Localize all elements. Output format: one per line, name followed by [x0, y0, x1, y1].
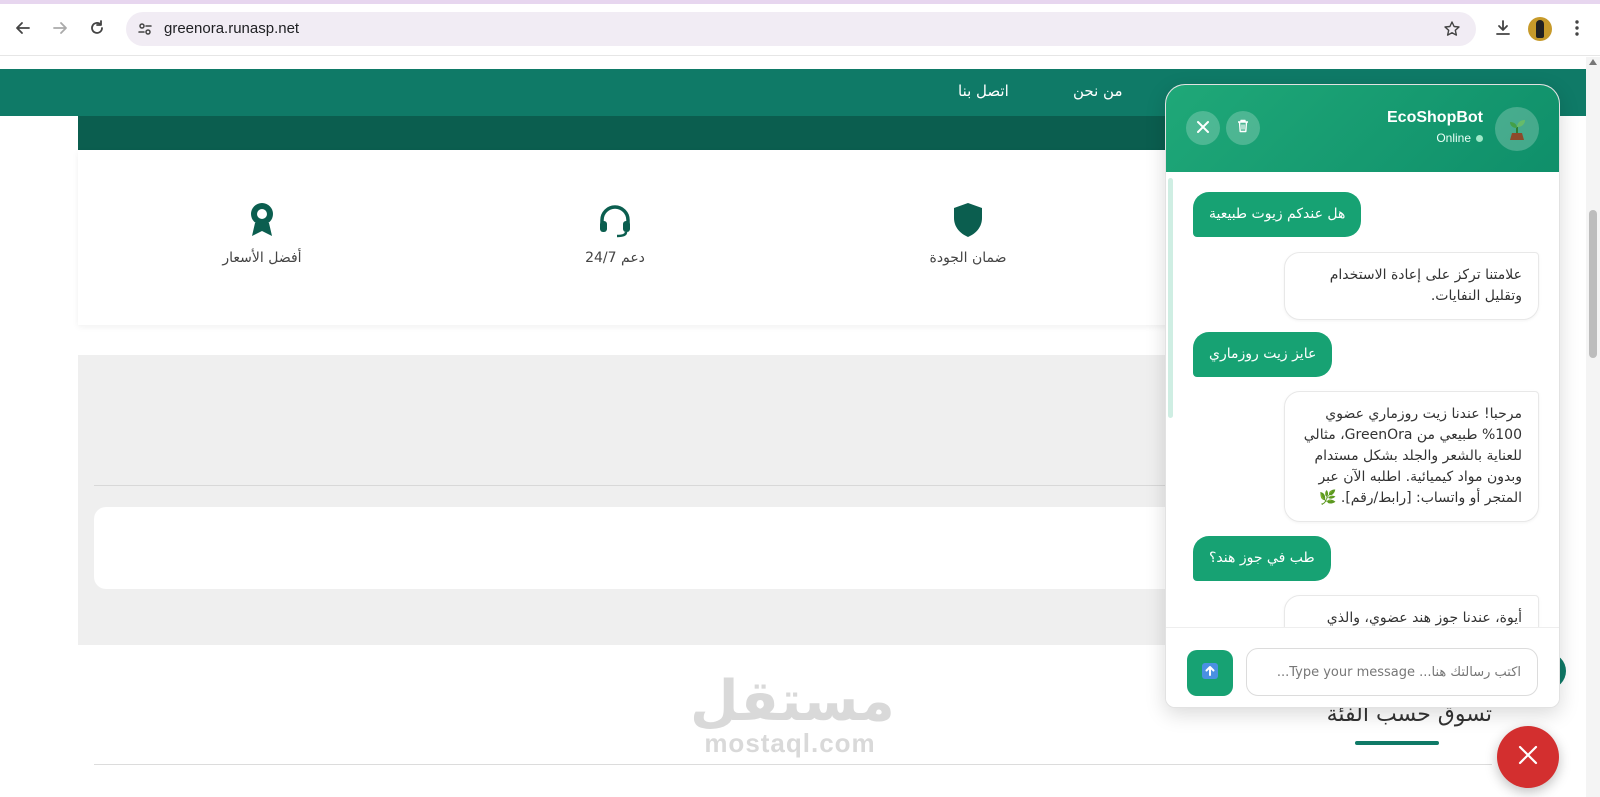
reload-icon[interactable]	[85, 16, 109, 40]
scrollbar-thumb[interactable]	[1589, 210, 1597, 358]
sprout-icon	[1495, 107, 1539, 151]
chat-toggle-button[interactable]	[1497, 726, 1559, 788]
bot-status: Online	[1436, 131, 1483, 145]
profile-avatar[interactable]	[1528, 17, 1552, 41]
status-text: Online	[1436, 131, 1471, 145]
feature-quality: ضمان الجودة	[888, 200, 1048, 266]
hero-bottom-band	[78, 116, 1178, 150]
menu-kebab-icon[interactable]	[1565, 16, 1589, 40]
watermark-arabic: مستقل	[690, 669, 895, 734]
chat-messages[interactable]: هل عندكم زيوت طبيعية علامتنا تركز على إع…	[1166, 172, 1559, 627]
send-arrow-icon	[1201, 662, 1219, 684]
address-bar[interactable]: greenora.runasp.net	[126, 12, 1476, 46]
user-message: هل عندكم زيوت طبيعية	[1193, 192, 1362, 237]
tab-strip	[0, 0, 1600, 4]
products-section	[78, 355, 1178, 645]
feature-label: دعم 24/7	[585, 250, 645, 266]
chat-message-input[interactable]	[1246, 648, 1538, 696]
site-settings-icon[interactable]	[136, 20, 154, 38]
features-card: ضمان الجودة دعم 24/7 أفضل الأسعار	[78, 150, 1178, 325]
bot-name: EcoShopBot	[1387, 109, 1483, 126]
bookmark-star-icon[interactable]	[1442, 19, 1462, 39]
scroll-up-icon[interactable]	[1589, 59, 1597, 65]
forward-icon[interactable]	[48, 16, 72, 40]
filter-card	[94, 507, 1178, 589]
online-dot	[1476, 135, 1483, 143]
user-message: عايز زيت روزماري	[1193, 332, 1333, 377]
feature-label: ضمان الجودة	[929, 250, 1007, 266]
bot-message: أيوة، عندنا جوز هند عضوي، والذي	[1284, 595, 1539, 627]
browser-toolbar: greenora.runasp.net	[0, 0, 1600, 56]
shield-icon	[948, 200, 988, 240]
clear-chat-button[interactable]	[1226, 111, 1260, 145]
nav-link-about[interactable]: من نحن	[1073, 82, 1123, 100]
chatbot-window: EcoShopBot Online هل عندكم زيوت طبيعية ع…	[1165, 84, 1560, 708]
feature-prices: أفضل الأسعار	[182, 200, 342, 266]
bot-message: علامتنا تركز على إعادة الاستخدام وتقليل …	[1284, 252, 1539, 320]
close-icon	[1517, 744, 1539, 770]
headset-icon	[595, 200, 635, 240]
chat-header: EcoShopBot Online	[1166, 85, 1559, 172]
close-icon	[1196, 119, 1210, 138]
section-divider	[94, 764, 1492, 765]
messages-scrollbar[interactable]	[1168, 178, 1173, 418]
section-divider	[94, 485, 1178, 486]
title-underline	[1355, 741, 1439, 745]
download-icon[interactable]	[1491, 16, 1515, 40]
url-text: greenora.runasp.net	[164, 20, 300, 37]
chat-composer	[1166, 627, 1559, 707]
user-message: طب في جوز هند؟	[1193, 536, 1331, 581]
feature-support: دعم 24/7	[535, 200, 695, 266]
send-button[interactable]	[1187, 650, 1233, 696]
page-scrollbar[interactable]	[1586, 57, 1600, 797]
trash-icon	[1235, 118, 1251, 138]
watermark-logo: مستقل mostaql.com	[690, 669, 895, 759]
back-icon[interactable]	[11, 16, 35, 40]
award-ribbon-icon	[242, 200, 282, 240]
bot-message: مرحبا! عندنا زيت روزماري عضوي 100% طبيعي…	[1284, 391, 1539, 522]
nav-link-contact[interactable]: اتصل بنا	[958, 82, 1009, 100]
feature-label: أفضل الأسعار	[222, 250, 302, 266]
close-chat-button[interactable]	[1186, 111, 1220, 145]
watermark-latin: mostaql.com	[704, 728, 876, 758]
